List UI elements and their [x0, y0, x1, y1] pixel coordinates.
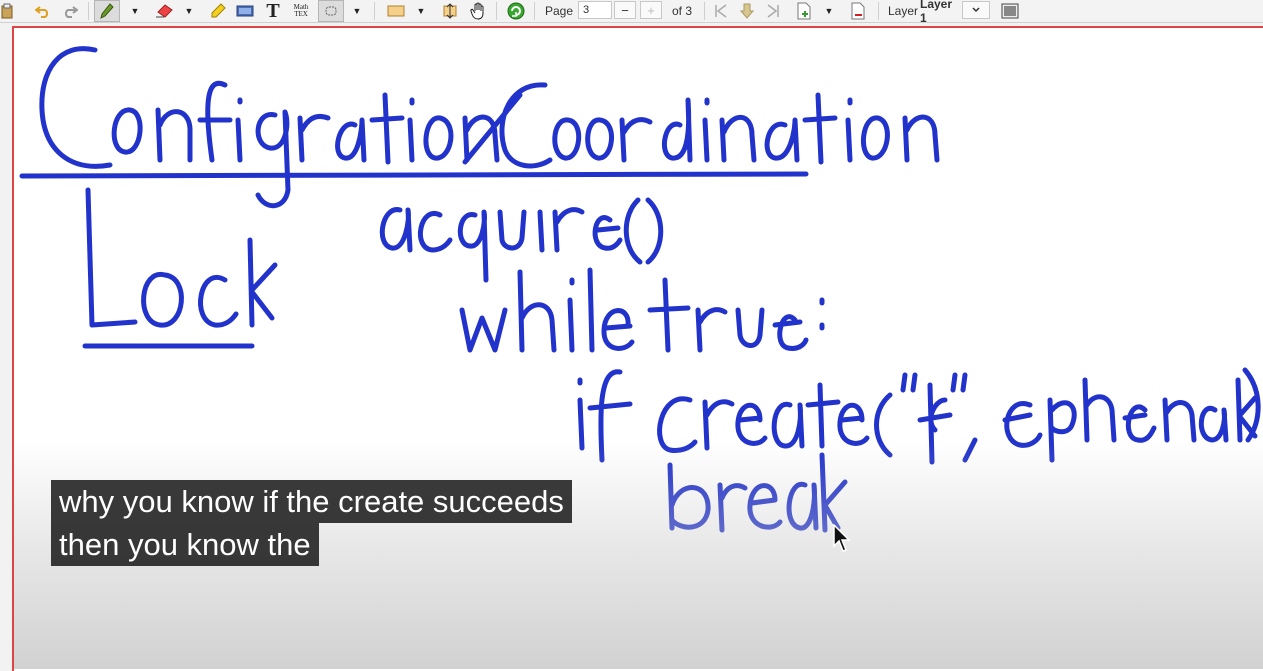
- break-ink: [667, 452, 848, 533]
- heading-underline: [19, 171, 809, 179]
- heading-ink: [39, 46, 940, 209]
- acquire-ink: [379, 197, 664, 283]
- video-caption: why you know if the create succeeds then…: [51, 480, 572, 566]
- if-create-ink: [577, 367, 1261, 465]
- caption-line-2: then you know the: [51, 523, 319, 566]
- while-true-ink: [459, 267, 825, 353]
- mouse-cursor-icon: [833, 524, 851, 552]
- handwritten-notes: [19, 46, 1261, 533]
- lock-ink: [85, 187, 278, 328]
- caption-line-1: why you know if the create succeeds: [51, 480, 572, 523]
